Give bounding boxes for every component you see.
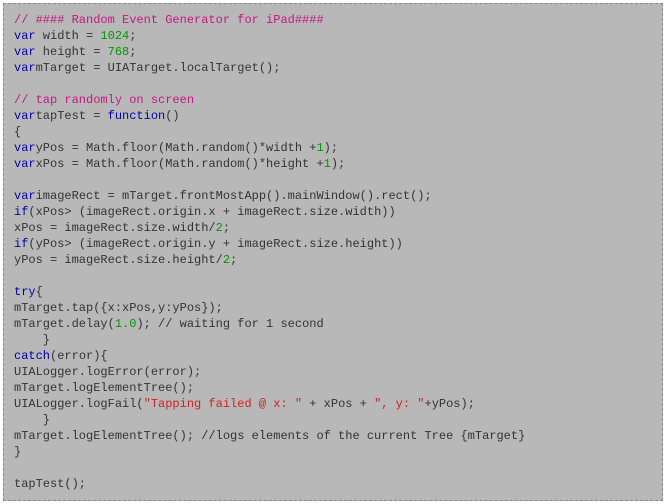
- code-token: mTarget.logElementTree(); //logs element…: [14, 429, 525, 443]
- code-token: if: [14, 237, 28, 251]
- code-token: 1: [324, 157, 331, 171]
- code-token: 2: [223, 253, 230, 267]
- code-line: yPos = imageRect.size.height/2;: [14, 252, 652, 268]
- code-token: var: [14, 157, 36, 171]
- code-line: mTarget.logElementTree();: [14, 380, 652, 396]
- code-token: mTarget.logElementTree();: [14, 381, 194, 395]
- code-token: // #### Random Event Generator for iPad#…: [14, 13, 324, 27]
- code-line: [14, 268, 652, 284]
- code-token: (error){: [50, 349, 108, 363]
- code-token: UIALogger.logFail(: [14, 397, 144, 411]
- code-token: var: [14, 29, 36, 43]
- code-line: varyPos = Math.floor(Math.random()*width…: [14, 140, 652, 156]
- code-token: {: [14, 125, 21, 139]
- code-token: tapTest();: [14, 477, 86, 491]
- code-token: if: [14, 205, 28, 219]
- code-token: }: [14, 333, 50, 347]
- code-token: tapTest =: [36, 109, 108, 123]
- code-token: var: [14, 61, 36, 75]
- code-token: ", y: ": [374, 397, 424, 411]
- code-line: [14, 172, 652, 188]
- code-token: {: [36, 285, 43, 299]
- code-token: width =: [36, 29, 101, 43]
- code-token: }: [14, 445, 21, 459]
- code-line: if(yPos> (imageRect.origin.y + imageRect…: [14, 236, 652, 252]
- code-token: ;: [129, 45, 136, 59]
- code-token: 768: [108, 45, 130, 59]
- code-token: mTarget.delay(: [14, 317, 115, 331]
- code-line: mTarget.logElementTree(); //logs element…: [14, 428, 652, 444]
- code-token: +yPos);: [425, 397, 475, 411]
- code-line: if(xPos> (imageRect.origin.x + imageRect…: [14, 204, 652, 220]
- code-line: [14, 460, 652, 476]
- code-line: }: [14, 332, 652, 348]
- code-line: var height = 768;: [14, 44, 652, 60]
- code-token: }: [14, 413, 50, 427]
- code-line: tapTest();: [14, 476, 652, 492]
- code-token: catch: [14, 349, 50, 363]
- code-line: varimageRect = mTarget.frontMostApp().ma…: [14, 188, 652, 204]
- code-line: }: [14, 444, 652, 460]
- code-token: ); // waiting for 1 second: [136, 317, 323, 331]
- code-token: yPos = imageRect.size.height/: [14, 253, 223, 267]
- code-token: );: [324, 141, 338, 155]
- code-token: (): [165, 109, 179, 123]
- code-token: function: [108, 109, 166, 123]
- code-line: xPos = imageRect.size.width/2;: [14, 220, 652, 236]
- code-line: varmTarget = UIATarget.localTarget();: [14, 60, 652, 76]
- code-line: try{: [14, 284, 652, 300]
- code-line: var width = 1024;: [14, 28, 652, 44]
- code-line: {: [14, 124, 652, 140]
- code-line: // tap randomly on screen: [14, 92, 652, 108]
- code-token: mTarget.tap({x:xPos,y:yPos});: [14, 301, 223, 315]
- code-token: // tap randomly on screen: [14, 93, 194, 107]
- code-token: ;: [129, 29, 136, 43]
- code-token: xPos = Math.floor(Math.random()*height +: [36, 157, 324, 171]
- code-line: }: [14, 412, 652, 428]
- code-token: var: [14, 189, 36, 203]
- code-token: UIALogger.logError(error);: [14, 365, 201, 379]
- code-line: catch(error){: [14, 348, 652, 364]
- code-line: varxPos = Math.floor(Math.random()*heigh…: [14, 156, 652, 172]
- code-line: [14, 76, 652, 92]
- code-token: 1.0: [115, 317, 137, 331]
- code-token: var: [14, 141, 36, 155]
- code-token: 1: [316, 141, 323, 155]
- code-token: 1024: [100, 29, 129, 43]
- code-line: vartapTest = function(): [14, 108, 652, 124]
- code-token: var: [14, 45, 36, 59]
- code-token: + xPos +: [302, 397, 374, 411]
- code-token: (yPos> (imageRect.origin.y + imageRect.s…: [28, 237, 402, 251]
- code-line: // #### Random Event Generator for iPad#…: [14, 12, 652, 28]
- code-token: );: [331, 157, 345, 171]
- code-snippet: // #### Random Event Generator for iPad#…: [3, 3, 663, 501]
- code-token: (xPos> (imageRect.origin.x + imageRect.s…: [28, 205, 395, 219]
- code-token: mTarget = UIATarget.localTarget();: [36, 61, 281, 75]
- code-token: 2: [216, 221, 223, 235]
- code-token: var: [14, 109, 36, 123]
- code-token: ;: [230, 253, 237, 267]
- code-token: xPos = imageRect.size.width/: [14, 221, 216, 235]
- code-token: yPos = Math.floor(Math.random()*width +: [36, 141, 317, 155]
- code-token: "Tapping failed @ x: ": [144, 397, 302, 411]
- code-line: mTarget.tap({x:xPos,y:yPos});: [14, 300, 652, 316]
- code-token: ;: [223, 221, 230, 235]
- code-line: UIALogger.logFail("Tapping failed @ x: "…: [14, 396, 652, 412]
- code-line: UIALogger.logError(error);: [14, 364, 652, 380]
- code-token: imageRect = mTarget.frontMostApp().mainW…: [36, 189, 432, 203]
- code-token: height =: [36, 45, 108, 59]
- code-line: mTarget.delay(1.0); // waiting for 1 sec…: [14, 316, 652, 332]
- code-token: try: [14, 285, 36, 299]
